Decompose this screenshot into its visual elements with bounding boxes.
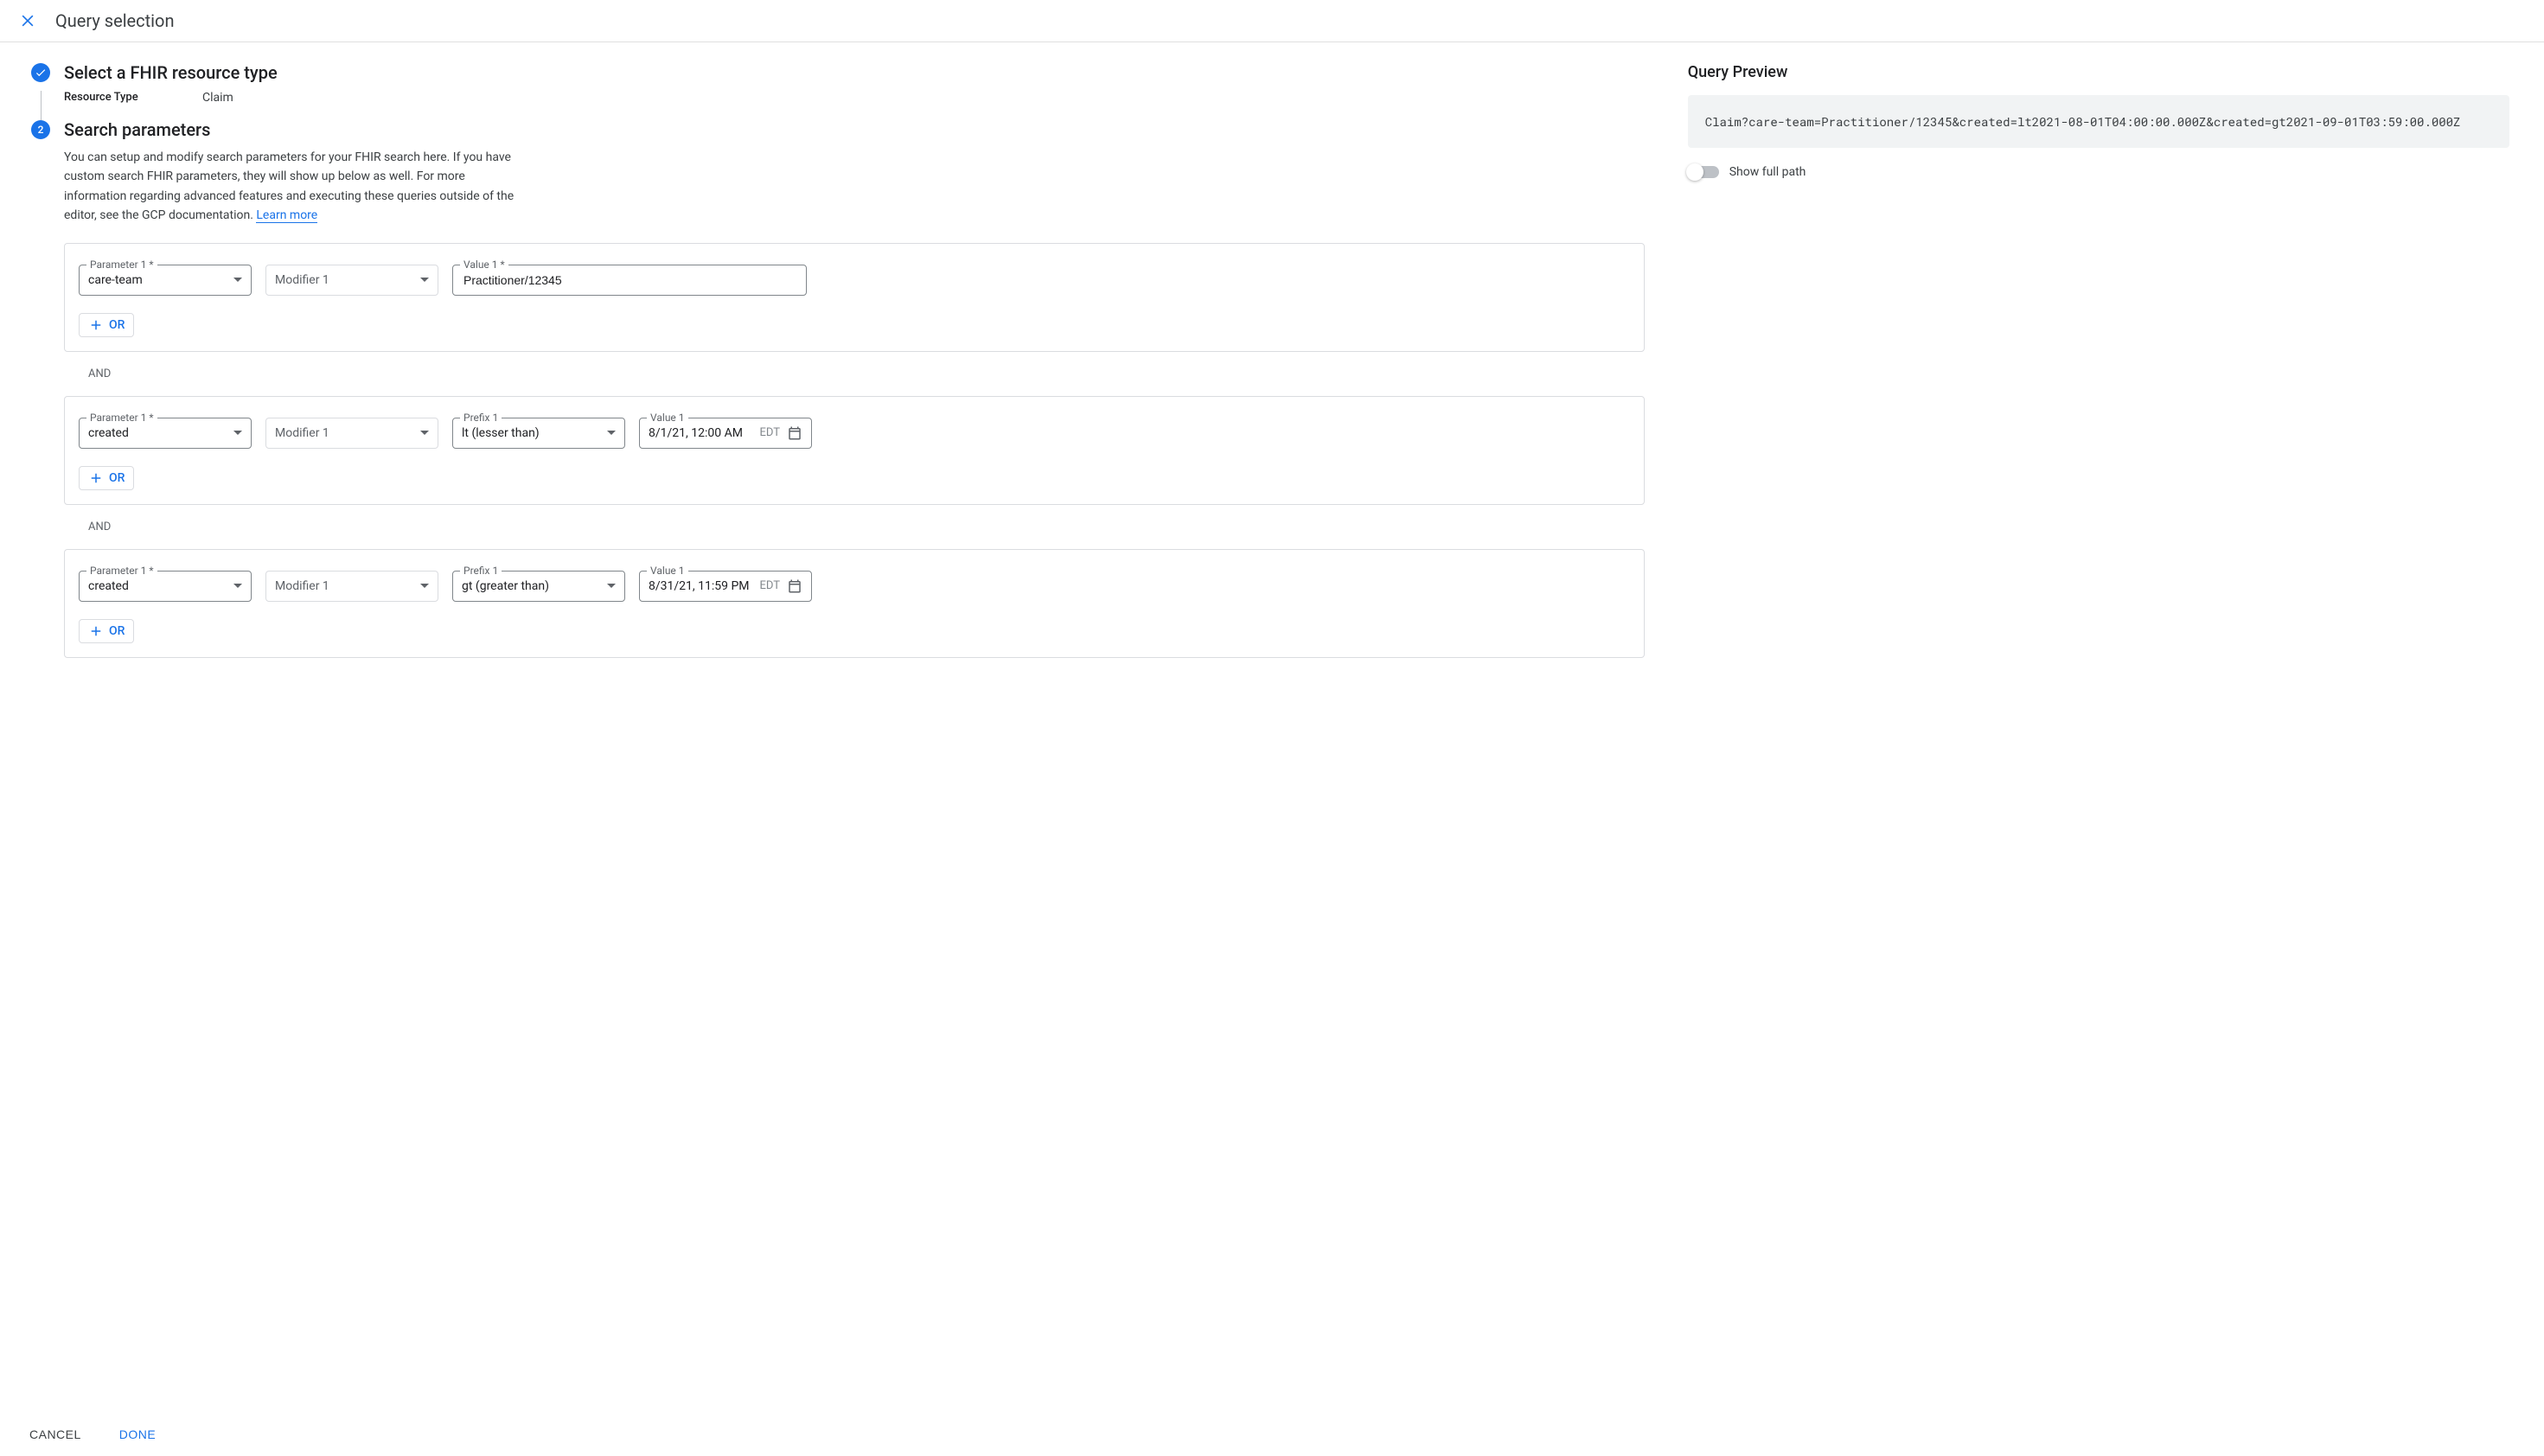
parameter-select[interactable]: Parameter 1 * created (79, 571, 252, 602)
prefix-label: Prefix 1 (460, 412, 502, 424)
close-button[interactable] (17, 10, 38, 31)
or-button-label: OR (109, 318, 125, 332)
prefix-select[interactable]: Prefix 1 gt (greater than) (452, 571, 625, 602)
prefix-value: lt (lesser than) (462, 426, 600, 440)
modifier-placeholder: Modifier 1 (275, 579, 413, 593)
parameter-label: Parameter 1 * (86, 565, 157, 577)
done-button[interactable]: DONE (114, 1427, 161, 1442)
dialog-header: Query selection (0, 0, 2544, 42)
parameter-value: created (88, 426, 227, 440)
step-1: Select a FHIR resource type (31, 63, 1645, 91)
chevron-down-icon (233, 278, 242, 282)
calendar-icon (787, 578, 802, 594)
cancel-button[interactable]: CANCEL (24, 1427, 86, 1442)
value-text: 8/1/21, 12:00 AM (649, 426, 752, 440)
modifier-placeholder: Modifier 1 (275, 426, 413, 440)
timezone-label: EDT (759, 579, 780, 592)
value-label: Value 1 (647, 412, 688, 424)
chevron-down-icon (607, 584, 616, 588)
parameter-label: Parameter 1 * (86, 412, 157, 424)
prefix-label: Prefix 1 (460, 565, 502, 577)
value-input[interactable]: Value 1 * (452, 265, 807, 296)
step-connector (31, 91, 50, 120)
modifier-select[interactable]: Modifier 1 (265, 265, 438, 296)
value-date-input[interactable]: Value 1 8/1/21, 12:00 AM EDT (639, 418, 812, 449)
or-button-label: OR (109, 624, 125, 638)
add-or-button[interactable]: OR (79, 466, 134, 490)
chevron-down-icon (420, 278, 429, 282)
parameter-value: care-team (88, 273, 227, 287)
prefix-select[interactable]: Prefix 1 lt (lesser than) (452, 418, 625, 449)
step-1-title: Select a FHIR resource type (64, 63, 1645, 82)
chevron-down-icon (607, 431, 616, 435)
or-button-label: OR (109, 471, 125, 485)
chevron-down-icon (420, 431, 429, 435)
chevron-down-icon (233, 584, 242, 588)
show-full-path-toggle[interactable] (1688, 166, 1719, 178)
value-date-input[interactable]: Value 1 8/31/21, 11:59 PM EDT (639, 571, 812, 602)
value-label: Value 1 * (460, 259, 508, 271)
resource-type-value: Claim (202, 91, 233, 105)
timezone-label: EDT (759, 426, 780, 439)
prefix-value: gt (greater than) (462, 579, 600, 593)
modifier-select[interactable]: Modifier 1 (265, 418, 438, 449)
step-2: 2 Search parameters You can setup and mo… (31, 120, 1645, 658)
parameter-card: Parameter 1 * care-team Modifier 1 Value… (64, 243, 1645, 352)
step-2-title: Search parameters (64, 120, 1645, 139)
dialog-footer: CANCEL DONE (0, 1412, 2544, 1456)
add-or-button[interactable]: OR (79, 619, 134, 643)
parameter-select[interactable]: Parameter 1 * care-team (79, 265, 252, 296)
value-text[interactable] (462, 272, 797, 288)
toggle-knob (1686, 163, 1703, 181)
query-preview-title: Query Preview (1688, 63, 2509, 81)
calendar-icon (787, 425, 802, 441)
dialog-title: Query selection (55, 10, 175, 31)
modifier-select[interactable]: Modifier 1 (265, 571, 438, 602)
modifier-placeholder: Modifier 1 (275, 273, 413, 287)
step-2-description: You can setup and modify search paramete… (64, 148, 522, 226)
value-text: 8/31/21, 11:59 PM (649, 579, 752, 593)
parameter-label: Parameter 1 * (86, 259, 157, 271)
resource-type-label: Resource Type (64, 91, 202, 105)
step-1-check-icon (31, 63, 50, 82)
chevron-down-icon (233, 431, 242, 435)
add-or-button[interactable]: OR (79, 313, 134, 337)
chevron-down-icon (420, 584, 429, 588)
close-icon (19, 12, 36, 29)
parameter-card: Parameter 1 * created Modifier 1 Prefix … (64, 396, 1645, 505)
parameter-card: Parameter 1 * created Modifier 1 Prefix … (64, 549, 1645, 658)
value-label: Value 1 (647, 565, 688, 577)
and-separator: AND (64, 505, 1645, 549)
show-full-path-label: Show full path (1729, 165, 1806, 179)
query-preview-text: Claim?care-team=Practitioner/12345&creat… (1688, 95, 2509, 148)
parameter-value: created (88, 579, 227, 593)
and-separator: AND (64, 352, 1645, 396)
step-2-number-badge: 2 (31, 120, 50, 139)
plus-icon (88, 623, 104, 639)
parameter-select[interactable]: Parameter 1 * created (79, 418, 252, 449)
plus-icon (88, 317, 104, 333)
learn-more-link[interactable]: Learn more (256, 208, 317, 223)
plus-icon (88, 470, 104, 486)
